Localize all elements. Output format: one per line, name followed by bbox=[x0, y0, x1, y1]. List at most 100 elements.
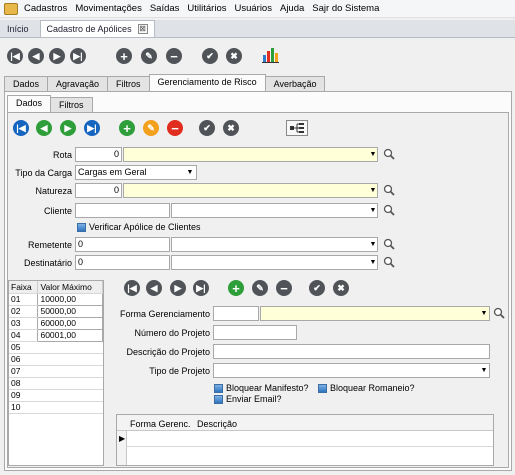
add-button[interactable]: + bbox=[116, 48, 132, 64]
tipo-carga-chevron-down-icon[interactable]: ▼ bbox=[186, 165, 194, 180]
first-record-button[interactable]: |◀ bbox=[7, 48, 23, 64]
delete-button[interactable]: − bbox=[166, 48, 182, 64]
table-row[interactable]: 04 60001,00 bbox=[9, 328, 103, 342]
tab-filtros[interactable]: Filtros bbox=[107, 76, 150, 91]
valor-cell[interactable] bbox=[37, 377, 103, 390]
valor-cell[interactable]: 60001,00 bbox=[37, 328, 103, 342]
rota-code-input[interactable]: 0 bbox=[75, 147, 122, 162]
menu-usuarios[interactable]: Usuários bbox=[230, 3, 276, 14]
cancel-button[interactable]: ✖ bbox=[226, 48, 242, 64]
menu-saidas[interactable]: Saídas bbox=[146, 3, 184, 14]
faixa-cell[interactable]: 09 bbox=[9, 389, 38, 402]
sub-confirm-button[interactable]: ✔ bbox=[199, 120, 215, 136]
gerenciamento-grid[interactable]: Forma Gerenc. Descrição ▶ bbox=[116, 414, 494, 466]
next-record-button[interactable]: ▶ bbox=[49, 48, 65, 64]
cliente-name-input[interactable] bbox=[171, 203, 378, 218]
forma-gerenciamento-code-input[interactable] bbox=[213, 306, 259, 321]
table-row[interactable]: 02 50000,00 bbox=[9, 304, 103, 318]
menu-ajuda[interactable]: Ajuda bbox=[276, 3, 308, 14]
gerenc-delete-button[interactable]: − bbox=[276, 280, 292, 296]
gerenc-next-record-button[interactable]: ▶ bbox=[170, 280, 186, 296]
destinatario-search-icon[interactable] bbox=[383, 256, 395, 268]
valor-cell[interactable] bbox=[37, 401, 103, 414]
bloquear-romaneio-checkbox[interactable]: Bloquear Romaneio? bbox=[318, 383, 415, 393]
faixa-cell[interactable]: 05 bbox=[9, 341, 38, 354]
grid-header-forma[interactable]: Forma Gerenc. bbox=[130, 419, 191, 429]
forma-search-icon[interactable] bbox=[493, 307, 505, 319]
tree-structure-button[interactable] bbox=[286, 120, 308, 136]
natureza-search-icon[interactable] bbox=[383, 184, 395, 196]
natureza-chevron-down-icon[interactable]: ▼ bbox=[369, 183, 377, 198]
menu-utilitarios[interactable]: Utilitários bbox=[183, 3, 230, 14]
bloquear-manifesto-checkbox[interactable]: Bloquear Manifesto? bbox=[214, 383, 309, 393]
remetente-chevron-down-icon[interactable]: ▼ bbox=[369, 237, 377, 252]
destinatario-name-input[interactable] bbox=[171, 255, 378, 270]
rota-description-input[interactable] bbox=[123, 147, 378, 162]
faixa-cell[interactable]: 08 bbox=[9, 377, 38, 390]
faixa-cell[interactable]: 10 bbox=[9, 401, 38, 414]
enviar-email-checkbox[interactable]: Enviar Email? bbox=[214, 394, 282, 404]
cliente-code-input[interactable] bbox=[75, 203, 170, 218]
tab-cadastro-apolices[interactable]: Cadastro de Apólices ⊠ bbox=[39, 20, 155, 37]
rota-search-icon[interactable] bbox=[383, 148, 395, 160]
tipo-projeto-chevron-down-icon[interactable]: ▼ bbox=[480, 363, 488, 378]
sub-last-record-button[interactable]: ▶| bbox=[84, 120, 100, 136]
edit-button[interactable]: ✎ bbox=[141, 48, 157, 64]
forma-gerenciamento-description-input[interactable] bbox=[260, 306, 490, 321]
menu-sair[interactable]: Sajr do Sistema bbox=[308, 3, 383, 14]
faixa-header[interactable]: Faixa bbox=[9, 281, 39, 294]
table-row[interactable]: 10 bbox=[9, 401, 103, 414]
descricao-projeto-input[interactable] bbox=[213, 344, 490, 359]
tab-inicio[interactable]: Início bbox=[0, 20, 36, 37]
faixa-cell[interactable]: 02 bbox=[9, 305, 38, 318]
cliente-chevron-down-icon[interactable]: ▼ bbox=[369, 203, 377, 218]
tipo-carga-select[interactable]: Cargas em Geral bbox=[75, 165, 197, 180]
tab-averbacao[interactable]: Averbação bbox=[264, 76, 326, 91]
sub-edit-button[interactable]: ✎ bbox=[143, 120, 159, 136]
table-row[interactable]: 07 bbox=[9, 365, 103, 378]
numero-projeto-input[interactable] bbox=[213, 325, 297, 340]
valor-cell[interactable]: 60000,00 bbox=[37, 316, 103, 330]
table-row[interactable]: 09 bbox=[9, 389, 103, 402]
valor-cell[interactable]: 10000,00 bbox=[37, 292, 103, 306]
valor-cell[interactable] bbox=[37, 353, 103, 366]
remetente-code-input[interactable]: 0 bbox=[75, 237, 170, 252]
faixa-cell[interactable]: 06 bbox=[9, 353, 38, 366]
table-row[interactable] bbox=[127, 431, 493, 447]
faixa-cell[interactable]: 03 bbox=[9, 317, 38, 330]
gerenc-add-button[interactable]: + bbox=[228, 280, 244, 296]
gerenc-cancel-button[interactable]: ✖ bbox=[333, 280, 349, 296]
valor-cell[interactable] bbox=[37, 341, 103, 354]
close-tab-icon[interactable]: ⊠ bbox=[137, 24, 148, 34]
tipo-projeto-select[interactable] bbox=[213, 363, 490, 378]
faixa-cell[interactable]: 01 bbox=[9, 293, 38, 306]
rota-chevron-down-icon[interactable]: ▼ bbox=[369, 147, 377, 162]
menu-movimentacoes[interactable]: Movimentações bbox=[71, 3, 146, 14]
valor-maximo-header[interactable]: Valor Máximo bbox=[37, 281, 103, 294]
menu-cadastros[interactable]: Cadastros bbox=[20, 3, 71, 14]
valor-cell[interactable]: 50000,00 bbox=[37, 304, 103, 318]
valor-cell[interactable] bbox=[37, 389, 103, 402]
subtab-filtros[interactable]: Filtros bbox=[50, 97, 93, 112]
destinatario-chevron-down-icon[interactable]: ▼ bbox=[369, 255, 377, 270]
verificar-apolice-checkbox[interactable]: Verificar Apólice de Clientes bbox=[77, 222, 201, 232]
table-row[interactable]: 08 bbox=[9, 377, 103, 390]
report-chart-icon[interactable] bbox=[261, 46, 279, 64]
sub-previous-record-button[interactable]: ◀ bbox=[36, 120, 52, 136]
remetente-name-input[interactable] bbox=[171, 237, 378, 252]
gerenc-edit-button[interactable]: ✎ bbox=[252, 280, 268, 296]
confirm-button[interactable]: ✔ bbox=[202, 48, 218, 64]
tab-dados[interactable]: Dados bbox=[4, 76, 49, 91]
faixa-cell[interactable]: 04 bbox=[9, 329, 38, 342]
destinatario-code-input[interactable]: 0 bbox=[75, 255, 170, 270]
forma-chevron-down-icon[interactable]: ▼ bbox=[480, 306, 488, 321]
grid-header-descricao[interactable]: Descrição bbox=[197, 419, 237, 429]
valor-cell[interactable] bbox=[37, 365, 103, 378]
table-row[interactable]: 01 10000,00 bbox=[9, 292, 103, 306]
faixa-cell[interactable]: 07 bbox=[9, 365, 38, 378]
gerenc-last-record-button[interactable]: ▶| bbox=[193, 280, 209, 296]
sub-cancel-button[interactable]: ✖ bbox=[223, 120, 239, 136]
tab-agravacao[interactable]: Agravação bbox=[47, 76, 109, 91]
sub-next-record-button[interactable]: ▶ bbox=[60, 120, 76, 136]
gerenc-first-record-button[interactable]: |◀ bbox=[124, 280, 140, 296]
